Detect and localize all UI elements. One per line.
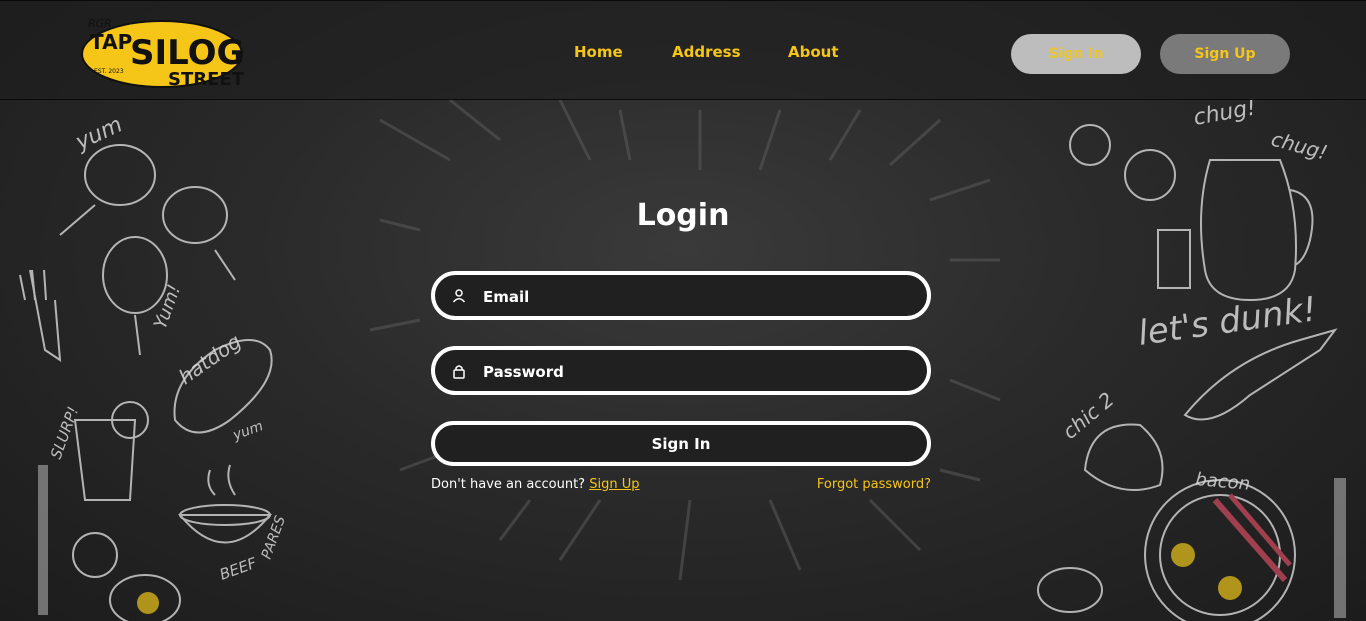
no-account-prompt: Don't have an account? Sign Up	[431, 477, 639, 492]
password-input[interactable]	[481, 350, 915, 393]
lock-icon	[453, 365, 465, 379]
nav-address-link[interactable]: Address	[672, 43, 741, 61]
email-field[interactable]	[431, 271, 931, 320]
user-icon	[452, 289, 466, 303]
doodle-text-hatdog: hatdog	[174, 329, 245, 389]
svg-text:EST. 2023: EST. 2023	[94, 68, 124, 75]
login-footer: Don't have an account? Sign Up Forgot pa…	[431, 477, 931, 497]
nav-home-link[interactable]: Home	[574, 43, 623, 61]
navbar: RGR TAP SILOG STREET EST. 2023 Home Addr…	[0, 0, 1366, 100]
svg-text:STREET: STREET	[168, 69, 245, 90]
doodle-text-yum-3: yum	[230, 418, 265, 444]
doodle-text-bacon: bacon	[1195, 469, 1251, 495]
doodle-text-chic: chic 2	[1058, 387, 1119, 444]
nav-sign-up-button[interactable]: Sign Up	[1160, 34, 1290, 74]
password-field[interactable]	[431, 346, 931, 395]
sign-up-link[interactable]: Sign Up	[589, 477, 639, 492]
doodle-text-chug-2: chug!	[1269, 127, 1330, 165]
doodle-text-lets-dunk: let's dunk!	[1136, 289, 1319, 354]
svg-text:RGR: RGR	[88, 17, 112, 30]
svg-text:TAP: TAP	[90, 30, 132, 54]
doodle-text-beef: BEEF	[217, 554, 259, 584]
email-input[interactable]	[481, 275, 915, 318]
no-account-text: Don't have an account?	[431, 477, 590, 492]
forgot-password-link[interactable]: Forgot password?	[817, 477, 931, 492]
doodle-text-chug: chug!	[1192, 95, 1258, 131]
login-title: Login	[636, 198, 730, 233]
nav-about-link[interactable]: About	[788, 43, 839, 61]
nav-sign-in-button[interactable]: Sign In	[1011, 34, 1141, 74]
sign-in-button[interactable]: Sign In	[431, 421, 931, 466]
doodle-text-yum: yum	[71, 112, 126, 156]
svg-text:SILOG: SILOG	[130, 33, 244, 73]
doodle-text-yum-2: Yum!	[150, 282, 185, 332]
brand-logo[interactable]: RGR TAP SILOG STREET EST. 2023	[80, 9, 245, 93]
